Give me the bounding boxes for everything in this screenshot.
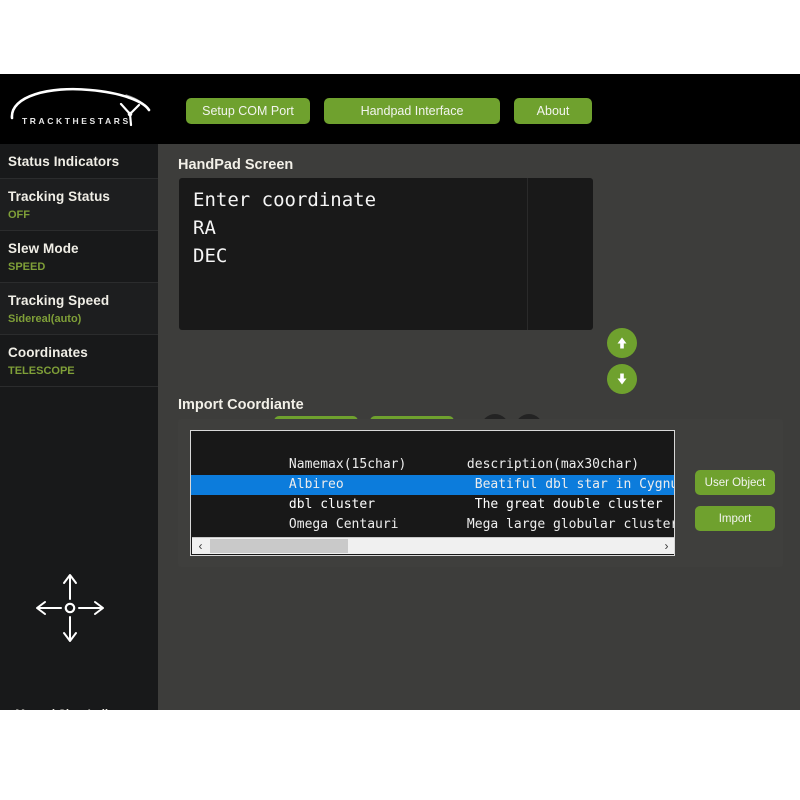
tracking-status-label: Tracking Status [8,189,158,204]
status-sidebar: Status Indicators Tracking Status OFF Sl… [0,144,158,710]
row-description: Mega large globular cluster [467,515,675,535]
scrollbar-thumb[interactable] [210,539,348,553]
manual-slew-compass-icon [28,566,112,650]
table-header-row: Namemax(15char)description(max30char) [191,435,674,455]
slew-mode-value: SPEED [8,261,158,273]
tracking-status-value: OFF [8,209,158,221]
scroll-down-button[interactable] [607,364,637,394]
row-name: dbl cluster [289,495,467,515]
sidebar-heading-label: Status Indicators [8,154,158,169]
handpad-screen-title: HandPad Screen [178,157,293,173]
coordinates-label: Coordinates [8,345,158,360]
row-description: Beatiful dbl star in Cygnus [467,475,675,495]
scroll-right-icon[interactable]: › [659,538,674,554]
sidebar-item-tracking-speed[interactable]: Tracking Speed Sidereal(auto) [0,283,158,335]
sidebar-item-tracking-status[interactable]: Tracking Status OFF [0,179,158,231]
arrow-down-icon [615,372,630,387]
logo-wordmark: TRACKTHESTARS [22,116,131,126]
column-header-name: Namemax(15char) [289,455,467,475]
user-object-button[interactable]: User Object [695,470,775,495]
logo-swoosh-icon [4,82,156,136]
row-name: Omega Centauri [289,515,467,535]
import-button[interactable]: Import [695,506,775,531]
handpad-line-2: RA [193,214,583,242]
application-window: TRACKTHESTARS Setup COM Port Handpad Int… [0,74,800,710]
coordinates-value: TELESCOPE [8,365,158,377]
scroll-left-icon[interactable]: ‹ [193,538,208,554]
about-button[interactable]: About [514,98,592,124]
handpad-screen-display[interactable]: Enter coordinate RA DEC [179,178,593,330]
sidebar-heading-status-indicators: Status Indicators [0,144,158,179]
row-name: Albireo [289,475,467,495]
horizontal-scrollbar[interactable]: ‹ › [192,537,675,554]
tracking-speed-label: Tracking Speed [8,293,158,308]
import-coordinate-panel: Namemax(15char)description(max30char) Al… [178,419,783,567]
main-content: HandPad Screen Enter coordinate RA DEC E… [158,144,800,710]
sidebar-item-slew-mode[interactable]: Slew Mode SPEED [0,231,158,283]
trackthestars-logo: TRACKTHESTARS [4,82,156,136]
import-coordinate-title: Import Coordiante [178,397,304,413]
import-object-list[interactable]: Namemax(15char)description(max30char) Al… [190,430,675,556]
sidebar-item-coordinates[interactable]: Coordinates TELESCOPE [0,335,158,387]
manual-slew-indicators-label: Manual Slew Indicators [0,709,158,710]
handpad-line-3: DEC [193,242,583,270]
column-header-description: description(max30char) [467,455,639,475]
tracking-speed-value: Sidereal(auto) [8,313,158,325]
row-description: The great double cluster [467,495,663,515]
handpad-line-1: Enter coordinate [193,186,583,214]
arrow-up-icon [615,336,630,351]
handpad-interface-button[interactable]: Handpad Interface [324,98,500,124]
import-object-rows: Namemax(15char)description(max30char) Al… [191,435,674,535]
app-header: TRACKTHESTARS Setup COM Port Handpad Int… [0,74,800,144]
slew-mode-label: Slew Mode [8,241,158,256]
handpad-screen-lines: Enter coordinate RA DEC [193,186,583,270]
setup-com-port-button[interactable]: Setup COM Port [186,98,310,124]
scroll-up-button[interactable] [607,328,637,358]
